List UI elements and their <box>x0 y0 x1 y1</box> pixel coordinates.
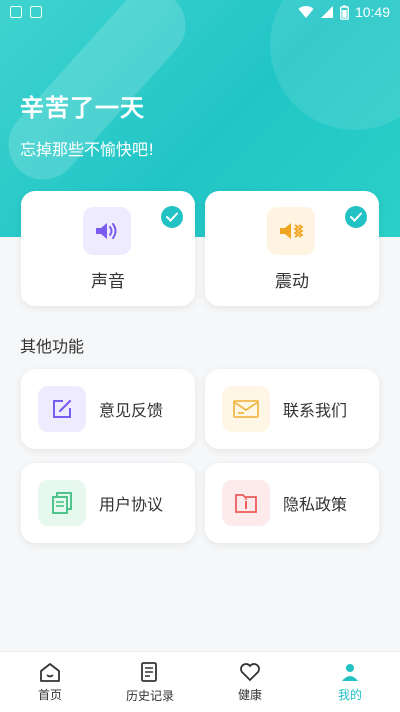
hero-title: 辛苦了一天 <box>20 94 145 122</box>
hero-subtitle: 忘掉那些不愉快吧! <box>20 140 155 159</box>
privacy-policy-button[interactable]: 隐私政策 <box>205 463 379 543</box>
sound-mode-label: 声音 <box>91 272 125 292</box>
privacy-icon <box>222 480 270 526</box>
feedback-button[interactable]: 意见反馈 <box>21 369 195 449</box>
check-icon <box>345 206 367 228</box>
contact-us-label: 联系我们 <box>283 401 348 420</box>
contact-us-button[interactable]: 联系我们 <box>205 369 379 449</box>
vibrate-mode-card[interactable]: 震动 <box>205 191 379 306</box>
status-indicators: 10:49 <box>298 4 390 20</box>
vibrate-icon <box>267 207 315 255</box>
tab-profile-label: 我的 <box>337 687 362 702</box>
tab-home[interactable]: 首页 <box>0 652 100 712</box>
tab-history[interactable]: 历史记录 <box>100 652 200 712</box>
history-icon <box>141 661 157 682</box>
user-agreement-button[interactable]: 用户协议 <box>21 463 195 543</box>
clock: 10:49 <box>354 4 390 20</box>
check-icon <box>161 206 183 228</box>
health-icon <box>240 662 260 681</box>
tab-home-label: 首页 <box>37 687 62 702</box>
bottom-tab-bar: 首页 历史记录 健康 我的 <box>0 651 400 712</box>
tab-health-label: 健康 <box>237 687 262 702</box>
privacy-policy-label: 隐私政策 <box>283 495 348 514</box>
profile-icon <box>342 663 358 681</box>
signal-icon <box>320 6 333 18</box>
mail-icon <box>222 386 270 432</box>
battery-icon <box>340 4 349 20</box>
tab-history-label: 历史记录 <box>125 688 174 703</box>
feedback-label: 意见反馈 <box>99 401 164 420</box>
wifi-icon <box>298 6 314 19</box>
notification-icon <box>10 6 22 18</box>
user-agreement-label: 用户协议 <box>99 495 164 514</box>
home-icon <box>40 662 60 682</box>
tab-profile[interactable]: 我的 <box>300 652 400 712</box>
vibrate-mode-label: 震动 <box>275 272 309 292</box>
status-bar: 10:49 <box>0 0 400 24</box>
notification-icons <box>10 6 42 18</box>
feedback-icon <box>38 386 86 432</box>
sound-mode-card[interactable]: 声音 <box>21 191 195 306</box>
notification-icon <box>30 6 42 18</box>
section-title: 其他功能 <box>20 337 85 356</box>
agreement-icon <box>38 480 86 526</box>
tab-health[interactable]: 健康 <box>200 652 300 712</box>
speaker-icon <box>83 207 131 255</box>
